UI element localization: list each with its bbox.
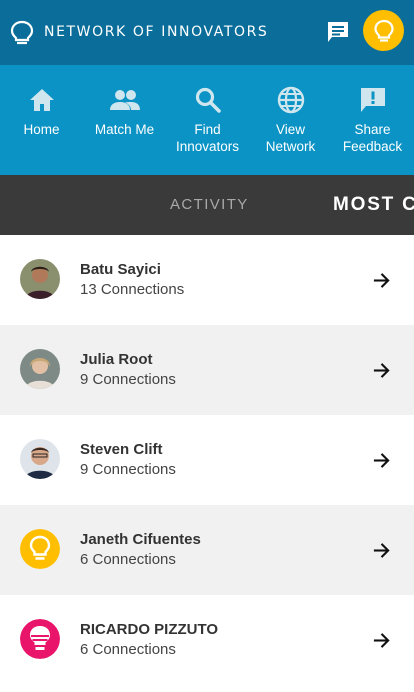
main-nav: Home Match Me Find Innovators View Netwo… [0,65,414,175]
connection-count: 13 Connections [80,281,185,298]
avatar [20,619,60,659]
list-item[interactable]: RICARDO PIZZUTO 6 Connections [0,595,414,685]
avatar [20,439,60,479]
connection-count: 6 Connections [80,641,176,658]
person-name: Julia Root [80,351,153,368]
avatar [20,259,60,299]
feedback-icon [360,88,385,112]
list-item[interactable]: Janeth Cifuentes 6 Connections [0,505,414,595]
nav-find-innovators-label: Find Innovators [175,122,240,154]
people-list: Batu Sayici 13 Connections Julia Root 9 … [0,235,414,685]
list-item[interactable]: Batu Sayici 13 Connections [0,235,414,325]
nav-view-network[interactable]: View Network [249,65,332,175]
nav-match-me[interactable]: Match Me [83,65,166,175]
nav-view-network-label: View Network [265,122,316,154]
connection-count: 9 Connections [80,371,176,388]
chat-icon[interactable] [326,21,350,43]
nav-find-innovators[interactable]: Find Innovators [166,65,249,175]
arrow-right-icon[interactable] [372,451,391,470]
person-name: Steven Clift [80,441,163,458]
nav-home-label: Home [23,122,60,137]
person-name: RICARDO PIZZUTO [80,621,219,638]
globe-icon [277,86,304,114]
home-icon [29,89,54,111]
search-icon [195,87,221,113]
lightbulb-logo-icon[interactable] [10,20,34,46]
nav-share-feedback-label: Share Feedback [342,122,403,154]
top-bar: NETWORK OF INNOVATORS [0,0,414,65]
tab-activity[interactable]: ACTIVITY [170,196,249,213]
people-icon [109,90,140,110]
nav-match-me-label: Match Me [94,122,155,137]
lightbulb-icon [373,19,394,42]
lightbulb-icon [20,619,60,659]
connection-count: 6 Connections [80,551,176,568]
nav-home[interactable]: Home [0,65,83,175]
person-name: Janeth Cifuentes [80,531,201,548]
arrow-right-icon[interactable] [372,631,391,650]
list-item[interactable]: Steven Clift 9 Connections [0,415,414,505]
connection-count: 9 Connections [80,461,176,478]
list-item[interactable]: Julia Root 9 Connections [0,325,414,415]
avatar [20,349,60,389]
nav-share-feedback[interactable]: Share Feedback [331,65,414,175]
lightbulb-icon [20,529,60,569]
arrow-right-icon[interactable] [372,541,391,560]
brand-title: NETWORK OF INNOVATORS [44,24,269,40]
tab-most-connected[interactable]: MOST C [333,194,414,216]
avatar [20,529,60,569]
arrow-right-icon[interactable] [372,361,391,380]
person-name: Batu Sayici [80,261,161,278]
arrow-right-icon[interactable] [372,271,391,290]
user-avatar[interactable] [363,10,404,51]
tab-bar: ACTIVITY MOST C [0,175,414,235]
